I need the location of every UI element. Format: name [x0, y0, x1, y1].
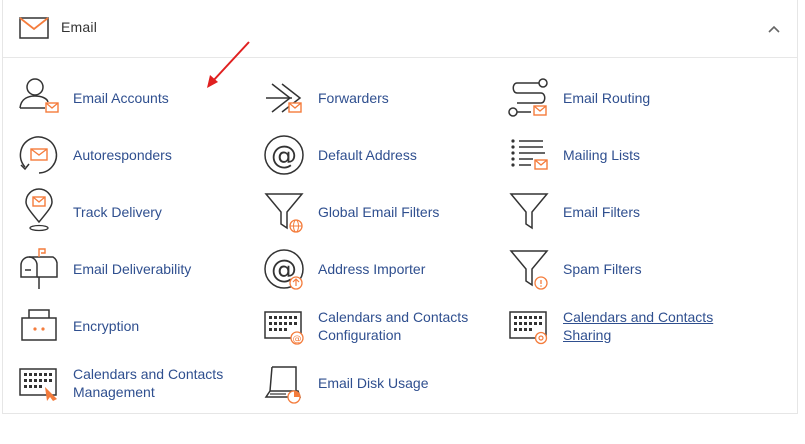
- email-accounts-icon: [17, 76, 61, 120]
- email-filters-icon: [507, 190, 551, 234]
- default-address-icon: @: [262, 133, 306, 177]
- item-label: Email Filters: [563, 204, 641, 220]
- item-label: Track Delivery: [73, 204, 162, 220]
- email-routing-icon: [507, 76, 551, 120]
- calendars-contacts-configuration-icon: @: [262, 304, 306, 348]
- item-label-line1: Calendars and Contacts: [73, 366, 224, 382]
- item-label: Email Accounts: [73, 90, 169, 106]
- item-label: Calendars and Contacts Management: [73, 365, 223, 401]
- envelope-icon: [19, 16, 49, 40]
- item-label-line2: Management: [73, 384, 155, 400]
- svg-text:@: @: [271, 141, 297, 171]
- item-label: Email Disk Usage: [318, 375, 429, 391]
- item-label: Email Routing: [563, 90, 651, 106]
- item-label-line2: Configuration: [318, 327, 402, 343]
- svg-text:@: @: [293, 335, 302, 345]
- item-label: Forwarders: [318, 90, 389, 106]
- item-label: Calendars and Contacts Configuration: [318, 308, 468, 344]
- encryption-icon: [17, 304, 61, 348]
- item-label: Mailing Lists: [563, 147, 641, 163]
- item-label: Spam Filters: [563, 261, 642, 277]
- email-deliverability-icon: [17, 247, 61, 291]
- item-label-line1: Calendars and Contacts: [318, 309, 469, 325]
- item-label: Address Importer: [318, 261, 426, 277]
- autoresponders-icon: [17, 133, 61, 177]
- track-delivery-icon: [17, 188, 61, 234]
- email-section-header[interactable]: Email: [3, 0, 797, 58]
- calendars-contacts-sharing-icon: [507, 304, 551, 348]
- item-label: Default Address: [318, 147, 417, 163]
- item-label: Calendars and Contacts Sharing: [563, 308, 713, 344]
- item-label: Autoresponders: [73, 147, 172, 163]
- mailing-lists-icon: [507, 133, 551, 177]
- spam-filters-icon: [507, 247, 551, 291]
- section-title: Email: [61, 19, 98, 35]
- global-email-filters-icon: [262, 190, 306, 234]
- item-label: Global Email Filters: [318, 204, 440, 220]
- item-label: Email Deliverability: [73, 261, 192, 277]
- chevron-up-icon[interactable]: [767, 22, 781, 36]
- email-disk-usage-icon: [262, 361, 306, 405]
- item-label-line1: Calendars and Contacts: [563, 309, 714, 325]
- item-label-line2: Sharing: [563, 327, 612, 343]
- forwarders-icon: [262, 76, 306, 120]
- item-label: Encryption: [73, 318, 140, 334]
- red-arrow-icon: [198, 38, 258, 94]
- calendars-contacts-management-icon: [17, 361, 61, 405]
- address-importer-icon: @: [262, 247, 306, 291]
